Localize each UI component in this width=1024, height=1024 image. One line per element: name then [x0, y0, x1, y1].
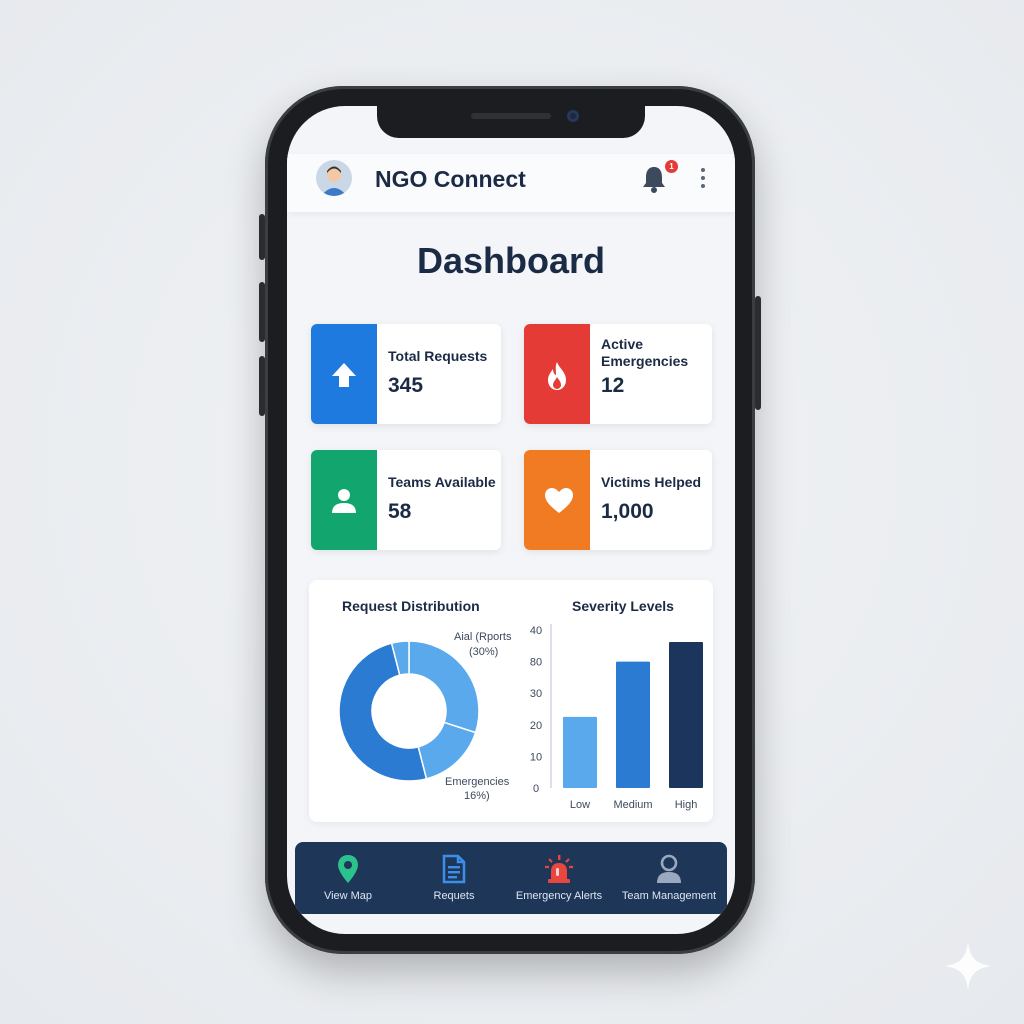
stat-value: 58 [388, 500, 412, 523]
x-tick-label: Medium [613, 799, 652, 811]
document-icon [442, 854, 466, 884]
notification-badge: 1 [665, 160, 678, 173]
speaker [471, 113, 551, 119]
nav-emergency-alerts[interactable]: Emergency Alerts [507, 842, 611, 914]
nav-label: Emergency Alerts [515, 890, 603, 902]
user-icon [657, 854, 681, 883]
stat-label: Total Requests [388, 348, 488, 364]
sparkle-icon [944, 942, 992, 990]
page-title: Dashboard [416, 240, 606, 281]
stat-card-accent [524, 450, 590, 550]
flame-icon [548, 362, 566, 390]
app-title: NGO Connect [375, 166, 526, 192]
stat-card-victims-helped[interactable]: Victims Helped 1,000 [524, 450, 712, 550]
x-tick-label: Low [570, 799, 590, 811]
bar-low[interactable] [563, 716, 597, 788]
stat-card-active-emergencies[interactable]: Active Emergencies 12 [524, 324, 712, 424]
stat-card-accent [311, 450, 377, 550]
bar-chart[interactable]: 0 10 20 30 80 40 Low Medium High [519, 620, 709, 820]
phone-button [755, 296, 761, 410]
more-options-icon[interactable] [699, 166, 707, 190]
stat-card-accent [524, 324, 590, 424]
y-tick-label: 80 [530, 657, 542, 669]
donut-chart[interactable] [334, 636, 484, 786]
siren-icon [545, 855, 573, 883]
stat-label: Victims Helped [601, 474, 702, 490]
camera [567, 110, 579, 122]
notch [377, 106, 645, 138]
nav-requests[interactable]: Requets [401, 842, 507, 914]
stat-value: 1,000 [601, 500, 654, 523]
bar-medium[interactable] [616, 661, 650, 788]
donut-label-bottom: Emergencies [445, 776, 510, 788]
donut-label-top: Aial (Rports [454, 631, 512, 643]
bar-high[interactable] [669, 642, 703, 788]
nav-label: View Map [323, 890, 373, 902]
phone-button [259, 356, 265, 416]
charts-panel: Request Distribution Aial (Rports (30%) … [309, 580, 713, 822]
bell-icon[interactable] [641, 163, 667, 193]
stat-value: 345 [388, 374, 424, 397]
map-pin-icon [338, 855, 358, 883]
x-tick-label: High [675, 799, 698, 811]
stat-label: Active Emergencies [601, 336, 689, 369]
donut-label-top-pct: (30%) [469, 646, 499, 658]
stat-card-teams-available[interactable]: Teams Available 58 [311, 450, 501, 550]
bottom-navigation: View Map Requets Emergency Alerts Team M… [295, 842, 727, 914]
donut-chart-title: Request Distribution [342, 598, 480, 614]
avatar[interactable] [316, 160, 352, 196]
nav-label: Requets [433, 890, 475, 902]
nav-label: Team Management [621, 890, 717, 902]
y-tick-label: 10 [530, 751, 542, 763]
stat-card-total-requests[interactable]: Total Requests 345 [311, 324, 501, 424]
y-tick-label: 0 [533, 783, 539, 795]
nav-team-management[interactable]: Team Management [611, 842, 727, 914]
app-bar: NGO Connect 1 [287, 154, 735, 212]
y-tick-label: 20 [530, 720, 542, 732]
heart-icon [545, 488, 573, 513]
stat-card-accent [311, 324, 377, 424]
phone-button [259, 214, 265, 260]
y-tick-label: 40 [530, 625, 542, 637]
stat-value: 12 [601, 374, 625, 397]
phone-screen: NGO Connect 1 Dashboard Total Requests 3… [287, 106, 735, 934]
y-tick-label: 30 [530, 688, 542, 700]
donut-label-bottom-pct: 16%) [464, 790, 490, 802]
phone-button [259, 282, 265, 342]
stat-label: Teams Available [388, 474, 496, 490]
arrow-up-icon [332, 363, 356, 387]
bar-chart-title: Severity Levels [572, 598, 674, 614]
person-icon [332, 489, 356, 513]
nav-view-map[interactable]: View Map [295, 842, 401, 914]
donut-slice[interactable] [417, 721, 477, 780]
